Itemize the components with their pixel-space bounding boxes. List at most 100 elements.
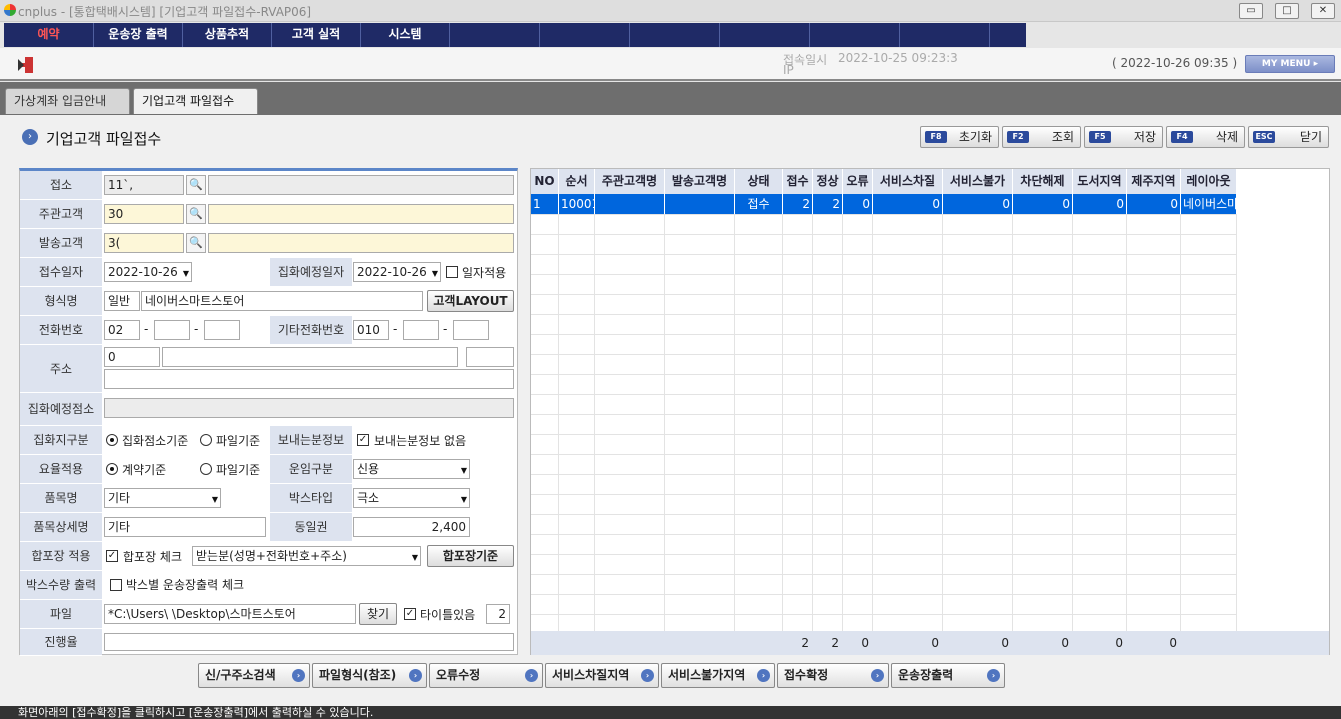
menu-tracking[interactable]: 상품추적 <box>183 23 272 47</box>
tab-corporate-file-receipt[interactable]: 기업고객 파일접수 <box>133 88 258 114</box>
f5-key-badge: F5 <box>1089 131 1111 143</box>
phone-mid-input[interactable] <box>154 320 190 340</box>
grid-cell-0[interactable]: 1 <box>531 194 559 214</box>
branch-code-input[interactable]: 11`, <box>104 175 184 195</box>
file-path-input[interactable]: *C:\Users\ \Desktop\스마트스토어 <box>104 604 356 624</box>
file-format-button[interactable]: 파일형식(참조) › <box>312 663 427 688</box>
grid-header-11[interactable]: 도서지역 <box>1073 169 1127 194</box>
exit-icon[interactable] <box>16 55 36 75</box>
grid-cell-3[interactable] <box>665 194 735 214</box>
pickup-branch-input[interactable] <box>104 398 514 418</box>
grid-cell-12[interactable]: 0 <box>1127 194 1181 214</box>
address-line-2-input[interactable] <box>104 369 514 389</box>
error-edit-button[interactable]: 오류수정 › <box>429 663 543 688</box>
grid-row-line <box>531 374 1237 375</box>
esc-key-badge: ESC <box>1253 131 1275 143</box>
format-name-input[interactable]: 네이버스마트스토어 <box>141 291 423 311</box>
grid-header-9[interactable]: 서비스불가 <box>943 169 1013 194</box>
other-phone-mid-input[interactable] <box>403 320 439 340</box>
box-qty-checkbox[interactable] <box>110 579 122 591</box>
sender-search-icon[interactable]: 🔍 <box>186 233 206 253</box>
main-customer-search-icon[interactable]: 🔍 <box>186 204 206 224</box>
grid-cell-10[interactable]: 0 <box>1013 194 1073 214</box>
title-row-checkbox[interactable]: ✓ <box>404 608 416 620</box>
grid-header-7[interactable]: 오류 <box>843 169 873 194</box>
sender-name-input[interactable] <box>208 233 514 253</box>
grid-cell-4[interactable]: 접수 <box>735 194 783 214</box>
box-type-select[interactable]: 극소 <box>353 488 470 508</box>
grid-cell-6[interactable]: 2 <box>813 194 843 214</box>
branch-search-icon[interactable]: 🔍 <box>186 175 206 195</box>
title-row-count-input[interactable]: 2 <box>486 604 510 624</box>
grid-cell-2[interactable] <box>595 194 665 214</box>
date-apply-checkbox[interactable] <box>446 266 458 278</box>
close-button[interactable]: ✕ <box>1311 3 1335 19</box>
menu-customer-performance[interactable]: 고객 실적 <box>272 23 361 47</box>
phone-last-input[interactable] <box>204 320 240 340</box>
grid-header-12[interactable]: 제주지역 <box>1127 169 1181 194</box>
merge-option-select[interactable]: 받는분(성명+전화번호+주소) <box>192 546 421 566</box>
branch-name-input[interactable] <box>208 175 514 195</box>
grid-header-2[interactable]: 주관고객명 <box>595 169 665 194</box>
grid-header-4[interactable]: 상태 <box>735 169 783 194</box>
grid-cell-9[interactable]: 0 <box>943 194 1013 214</box>
service-disruption-area-button[interactable]: 서비스차질지역 › <box>545 663 659 688</box>
grid-cell-5[interactable]: 2 <box>783 194 813 214</box>
menu-system[interactable]: 시스템 <box>361 23 450 47</box>
reset-button[interactable]: F8 초기화 <box>920 126 999 148</box>
grid-cell-7[interactable]: 0 <box>843 194 873 214</box>
customer-layout-button[interactable]: 고객LAYOUT <box>427 290 514 312</box>
other-phone-area-input[interactable]: 010 <box>353 320 389 340</box>
menu-reservation[interactable]: 예약 <box>4 23 94 47</box>
minimize-button[interactable]: ▭ <box>1239 3 1263 19</box>
search-button[interactable]: F2 조회 <box>1002 126 1081 148</box>
grid-cell-1[interactable]: 10001 <box>559 194 595 214</box>
grid-header-0[interactable]: NO <box>531 169 559 194</box>
grid-header-3[interactable]: 발송고객명 <box>665 169 735 194</box>
grid-header-8[interactable]: 서비스차질 <box>873 169 943 194</box>
grid-cell-8[interactable]: 0 <box>873 194 943 214</box>
merge-basis-button[interactable]: 합포장기준 <box>427 545 514 567</box>
waybill-print-button[interactable]: 운송장출력 › <box>891 663 1005 688</box>
address-extra-input[interactable] <box>466 347 514 367</box>
merge-checkbox[interactable]: ✓ <box>106 550 118 562</box>
freight-select[interactable]: 신용 <box>353 459 470 479</box>
zip-code-input[interactable]: 0 <box>104 347 160 367</box>
save-button[interactable]: F5 저장 <box>1084 126 1163 148</box>
address-line-1-input[interactable] <box>162 347 458 367</box>
grid-header-6[interactable]: 정상 <box>813 169 843 194</box>
grid-row-line <box>531 394 1237 395</box>
rate-contract-radio[interactable] <box>106 463 118 475</box>
delete-button[interactable]: F4 삭제 <box>1166 126 1245 148</box>
address-search-button[interactable]: 신/구주소검색 › <box>198 663 310 688</box>
grid-header-10[interactable]: 차단해제 <box>1013 169 1073 194</box>
grid-header-1[interactable]: 순서 <box>559 169 595 194</box>
item-detail-input[interactable]: 기타 <box>104 517 266 537</box>
close-tab-button[interactable]: ESC 닫기 <box>1248 126 1329 148</box>
main-customer-name-input[interactable] <box>208 204 514 224</box>
phone-area-input[interactable]: 02 <box>104 320 140 340</box>
receipt-date-picker[interactable]: 2022-10-26 <box>104 262 192 282</box>
grid-cell-13[interactable]: 네이버스마 <box>1181 194 1237 214</box>
sender-code-input[interactable]: 3( <box>104 233 184 253</box>
find-file-button[interactable]: 찾기 <box>359 603 397 625</box>
grid-header-5[interactable]: 접수 <box>783 169 813 194</box>
service-unavailable-area-button[interactable]: 서비스불가지역 › <box>661 663 775 688</box>
rate-file-radio[interactable] <box>200 463 212 475</box>
main-customer-code-input[interactable]: 30 <box>104 204 184 224</box>
pickup-date-picker[interactable]: 2022-10-26 <box>353 262 441 282</box>
maximize-button[interactable]: □ <box>1275 3 1299 19</box>
format-code-input[interactable]: 일반 <box>104 291 140 311</box>
confirm-receipt-button[interactable]: 접수확정 › <box>777 663 889 688</box>
menu-waybill-print[interactable]: 운송장 출력 <box>94 23 183 47</box>
pickup-branch-basis-radio[interactable] <box>106 434 118 446</box>
other-phone-last-input[interactable] <box>453 320 489 340</box>
my-menu-button[interactable]: MY MENU ▸ <box>1245 55 1335 73</box>
pickup-file-basis-radio[interactable] <box>200 434 212 446</box>
tab-virtual-account[interactable]: 가상계좌 입금안내 <box>5 88 130 114</box>
item-select[interactable]: 기타 <box>104 488 221 508</box>
sender-info-none-checkbox[interactable]: ✓ <box>357 434 369 446</box>
same-zone-input[interactable]: 2,400 <box>353 517 470 537</box>
grid-cell-11[interactable]: 0 <box>1073 194 1127 214</box>
grid-header-13[interactable]: 레이아웃 <box>1181 169 1237 194</box>
